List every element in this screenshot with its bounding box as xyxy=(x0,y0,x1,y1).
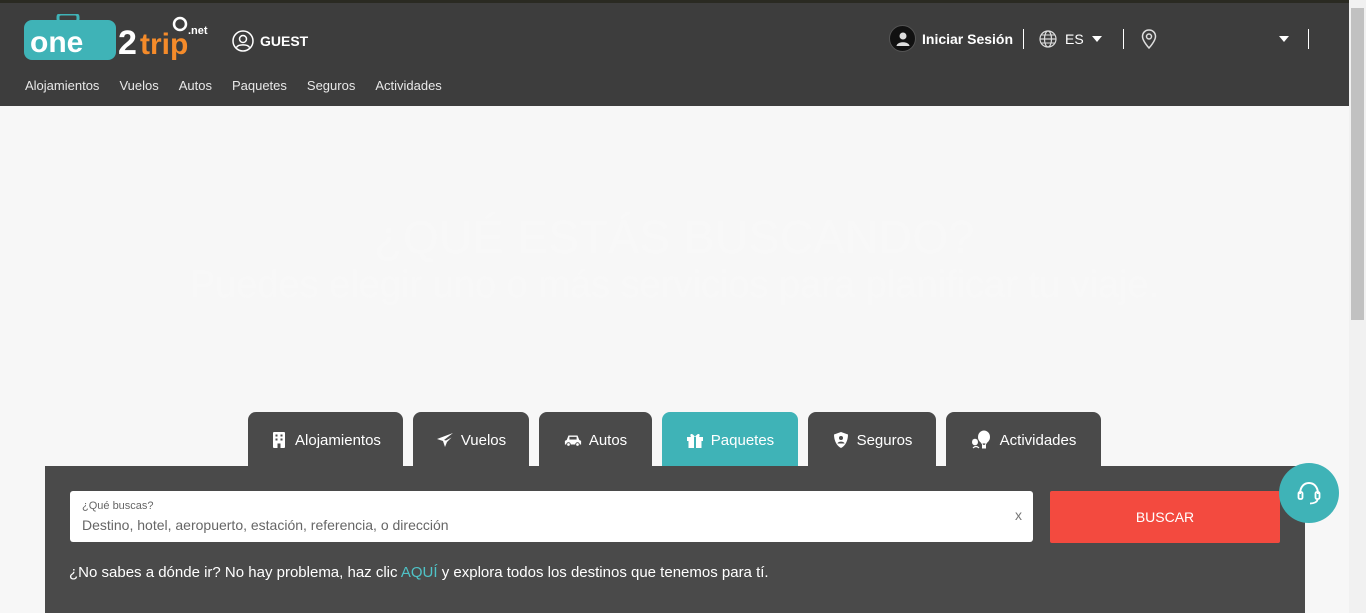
headset-icon xyxy=(1297,481,1321,505)
tab-label: Paquetes xyxy=(710,431,775,449)
language-selector[interactable]: ES xyxy=(1039,30,1102,48)
language-value: ES xyxy=(1065,31,1084,47)
scrollbar-thumb[interactable] xyxy=(1351,8,1364,320)
aqui-link[interactable]: AQUÍ xyxy=(401,564,438,581)
tab-vuelos[interactable]: Vuelos xyxy=(413,412,529,468)
user-circle-icon xyxy=(232,30,254,52)
one2trip-logo[interactable]: one 2 trip .net xyxy=(24,14,212,66)
globe-icon xyxy=(1039,30,1057,48)
clear-search-button[interactable]: x xyxy=(1015,507,1022,523)
search-label: ¿Qué buscas? xyxy=(82,500,154,512)
tab-label: Vuelos xyxy=(460,431,507,449)
building-icon xyxy=(273,432,286,448)
login-label: Iniciar Sesión xyxy=(922,30,1014,47)
caret-down-icon xyxy=(1091,36,1102,42)
svg-text:.net: .net xyxy=(188,25,208,37)
hero-subtitle: Puedes elegir uno o más servicios para p… xyxy=(189,264,1160,306)
svg-text:one: one xyxy=(30,26,83,59)
car-icon xyxy=(564,435,581,447)
tab-autos[interactable]: Autos xyxy=(539,412,652,468)
nav-item-actividades[interactable]: Actividades xyxy=(375,78,441,93)
explore-hint: ¿No sabes a dónde ir? No hay problema, h… xyxy=(69,564,769,581)
shield-icon xyxy=(833,432,848,448)
login-button[interactable]: Iniciar Sesión xyxy=(889,25,1013,52)
hint-text-before: ¿No sabes a dónde ir? No hay problema, h… xyxy=(69,564,401,581)
nav-item-alojamientos[interactable]: Alojamientos xyxy=(25,78,99,93)
search-field[interactable]: ¿Qué buscas? x xyxy=(70,491,1033,542)
tab-label: Actividades xyxy=(999,431,1077,449)
tab-label: Seguros xyxy=(856,431,913,449)
gift-icon xyxy=(686,433,703,448)
divider xyxy=(1123,29,1124,49)
nav-item-seguros[interactable]: Seguros xyxy=(307,78,355,93)
tab-alojamientos[interactable]: Alojamientos xyxy=(248,412,403,468)
main-nav: Alojamientos Vuelos Autos Paquetes Segur… xyxy=(25,78,442,93)
tab-seguros[interactable]: Seguros xyxy=(808,412,936,468)
nav-item-vuelos[interactable]: Vuelos xyxy=(119,78,158,93)
plane-icon xyxy=(436,433,453,447)
location-caret-icon[interactable] xyxy=(1279,36,1289,42)
tab-paquetes[interactable]: Paquetes xyxy=(662,412,798,468)
tab-label: Autos xyxy=(588,431,628,449)
guest-label: GUEST xyxy=(260,33,309,49)
avatar xyxy=(889,25,916,52)
search-input[interactable] xyxy=(82,517,992,533)
divider xyxy=(1023,29,1024,49)
nav-item-autos[interactable]: Autos xyxy=(179,78,212,93)
hero-title: ¿QUÉ ESTÁS BUSCANDO? xyxy=(374,211,975,263)
hint-text-after: y explora todos los destinos que tenemos… xyxy=(437,564,769,581)
svg-text:2: 2 xyxy=(118,24,137,62)
header-topline xyxy=(0,0,1349,3)
support-chat-button[interactable] xyxy=(1279,463,1339,523)
nav-item-paquetes[interactable]: Paquetes xyxy=(232,78,287,93)
buscar-button[interactable]: BUSCAR xyxy=(1050,491,1280,543)
tab-actividades[interactable]: Actividades xyxy=(946,412,1101,468)
location-pin-icon[interactable] xyxy=(1141,29,1157,49)
user-icon xyxy=(896,32,909,46)
guest-user[interactable]: GUEST xyxy=(232,30,308,52)
svg-text:trip: trip xyxy=(140,28,188,61)
divider xyxy=(1308,29,1309,49)
tab-label: Alojamientos xyxy=(295,431,381,449)
balloon-icon xyxy=(971,430,990,449)
